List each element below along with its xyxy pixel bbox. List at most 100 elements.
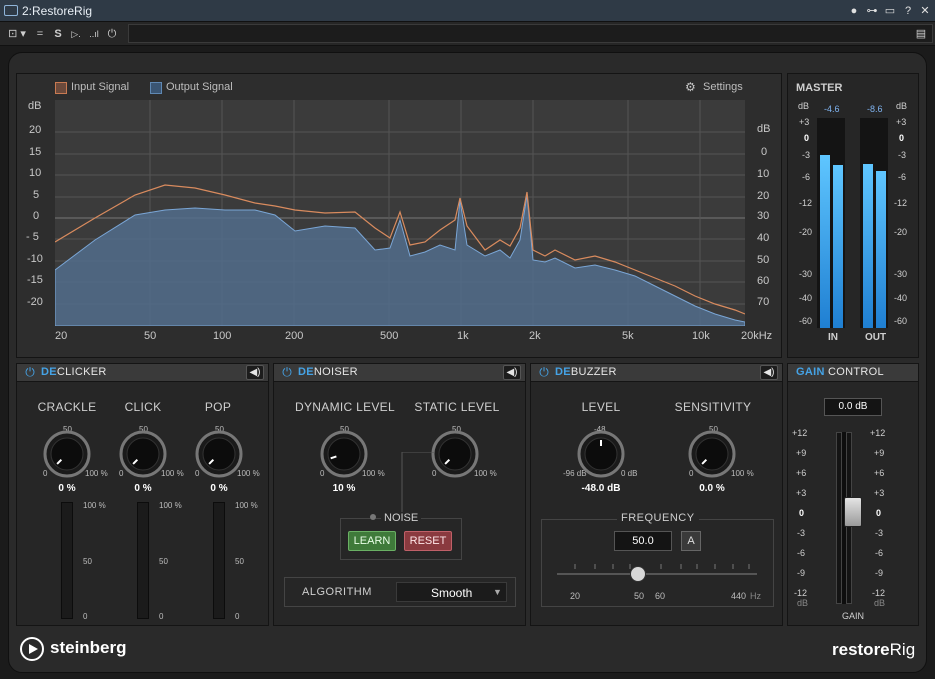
frequency-value-field[interactable]: 50.0	[614, 531, 672, 551]
out-label: OUT	[865, 332, 887, 343]
connections-icon[interactable]: ⊶	[865, 4, 879, 18]
out-left-bar	[863, 164, 873, 328]
pop-value[interactable]: 0 %	[195, 483, 243, 494]
master-title: MASTER	[796, 82, 843, 94]
freq-tick: 20	[570, 591, 581, 601]
denoiser-power-icon[interactable]: ⏻	[280, 365, 294, 379]
master-tick: +3	[896, 117, 907, 127]
sensitivity-value[interactable]: 0.0 %	[688, 483, 736, 494]
level-value[interactable]: -48.0 dB	[571, 483, 631, 494]
click-knob[interactable]	[119, 430, 167, 478]
sensitivity-knob[interactable]	[688, 430, 736, 478]
window-title: 2:RestoreRig	[22, 4, 93, 18]
gain-tick: -3	[797, 528, 806, 538]
freq-tick: 440	[731, 591, 747, 601]
denoiser-title: DENOISER	[298, 366, 358, 378]
dynamic-level-knob[interactable]	[320, 430, 368, 478]
in-left-bar	[820, 155, 830, 328]
level-label: LEVEL	[581, 400, 621, 414]
noise-indicator-icon	[370, 514, 376, 520]
gain-tick: -6	[797, 548, 806, 558]
master-tick: -30	[799, 269, 813, 279]
peak-in-readout[interactable]: -4.6	[824, 104, 840, 114]
window-layout-icon[interactable]: ▭	[883, 4, 897, 18]
left-tick: 20	[29, 124, 42, 136]
crackle-knob[interactable]	[43, 430, 91, 478]
input-signal-swatch[interactable]	[55, 82, 67, 94]
freq-tick: 60	[655, 591, 666, 601]
gain-tick: +3	[874, 488, 885, 498]
reset-button[interactable]: RESET	[404, 531, 452, 551]
settings-gear-icon[interactable]: ⚙	[685, 80, 696, 94]
preset-name-field[interactable]	[128, 24, 933, 43]
debuzzer-power-icon[interactable]: ⏻	[537, 365, 551, 379]
algorithm-dropdown[interactable]: Smooth ▼	[396, 582, 507, 602]
master-tick: -3	[898, 150, 907, 160]
gain-unit-left: dB	[797, 598, 809, 608]
learn-button[interactable]: LEARN	[348, 531, 396, 551]
gain-tick: +6	[874, 468, 885, 478]
debuzzer-title-prefix: DE	[555, 366, 571, 378]
spectrum-settings-button[interactable]: Settings	[703, 81, 743, 93]
bypass-icon[interactable]: ⏻	[106, 26, 118, 42]
master-tick: -12	[799, 198, 813, 208]
declicker-header: ⏻ DECLICKER ◀)	[17, 364, 268, 382]
in-label: IN	[828, 332, 838, 343]
crackle-meter	[61, 502, 73, 619]
chevron-down-icon: ▼	[493, 587, 502, 597]
preset-menu-icon[interactable]: ⊡ ▾	[4, 26, 30, 42]
sidechain-icon[interactable]: S	[52, 26, 64, 42]
frequency-label: FREQUENCY	[617, 512, 699, 524]
gain-tick: +3	[796, 488, 807, 498]
declicker-title-prefix: DE	[41, 366, 57, 378]
left-axis-unit: dB	[28, 100, 42, 112]
right-tick: 20	[757, 190, 770, 202]
meter-tick: 50	[159, 557, 168, 566]
activate-icon[interactable]: ●	[847, 4, 861, 18]
gain-title-rest: CONTROL	[824, 366, 884, 378]
declicker-power-icon[interactable]: ⏻	[23, 365, 37, 379]
declicker-listen-icon[interactable]: ◀)	[246, 365, 264, 380]
meter-tick: 0	[159, 612, 164, 621]
close-icon[interactable]: ✕	[918, 4, 932, 18]
gain-value-field[interactable]: 0.0 dB	[824, 398, 882, 416]
gain-fader-thumb[interactable]	[844, 497, 862, 527]
click-label: CLICK	[124, 400, 162, 414]
debuzzer-title: DEBUZZER	[555, 366, 617, 378]
out-right-bar	[876, 171, 886, 328]
declicker-title-rest: CLICKER	[56, 366, 107, 378]
click-value[interactable]: 0 %	[119, 483, 167, 494]
frequency-auto-button[interactable]: A	[681, 531, 701, 551]
output-signal-swatch[interactable]	[150, 82, 162, 94]
title-bar: 2:RestoreRig ● ⊶ ▭ ? ✕	[0, 0, 935, 22]
master-tick: -40	[894, 293, 908, 303]
freq-tick: 500	[380, 330, 399, 342]
right-tick: 10	[757, 168, 770, 180]
crackle-value[interactable]: 0 %	[43, 483, 91, 494]
dynamic-level-value[interactable]: 10 %	[320, 483, 368, 494]
right-tick: 30	[757, 210, 770, 222]
meter-icon[interactable]: ..ıl	[86, 26, 102, 42]
denoiser-listen-icon[interactable]: ◀)	[503, 365, 521, 380]
freq-tick: 50	[144, 330, 157, 342]
left-tick: 10	[29, 167, 42, 179]
gain-tick: -12	[872, 588, 886, 598]
help-icon[interactable]: ?	[901, 4, 915, 18]
debuzzer-listen-icon[interactable]: ◀)	[760, 365, 778, 380]
master-tick: +3	[799, 117, 810, 127]
right-tick: 0	[761, 146, 768, 158]
peak-out-readout[interactable]: -8.6	[867, 104, 883, 114]
pop-knob[interactable]	[195, 430, 243, 478]
routing-icon[interactable]: ▷.	[68, 26, 84, 42]
master-tick: -60	[799, 316, 813, 326]
pop-label: POP	[204, 400, 232, 414]
compare-icon[interactable]: =	[34, 26, 46, 42]
preset-browser-icon[interactable]: ▤	[914, 26, 928, 42]
gain-tick: 0	[876, 508, 882, 518]
algorithm-value: Smooth	[431, 586, 473, 600]
static-level-label: STATIC LEVEL	[414, 400, 500, 414]
freq-tick: 20kHz	[741, 330, 773, 342]
frequency-slider-thumb[interactable]	[630, 566, 646, 582]
denoiser-title-rest: NOISER	[313, 366, 358, 378]
level-knob[interactable]	[577, 430, 625, 478]
